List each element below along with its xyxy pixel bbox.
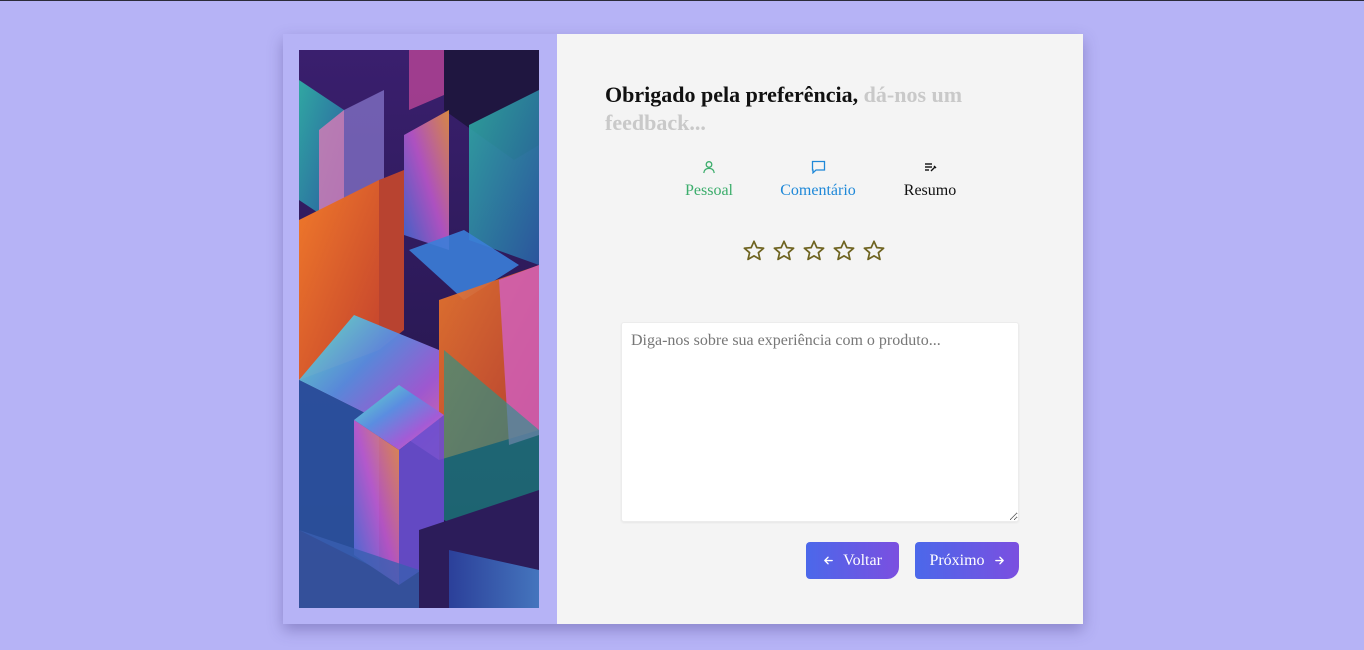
step-pessoal[interactable]: Pessoal [683, 160, 735, 200]
window-top-border [0, 0, 1364, 1]
image-panel [283, 34, 557, 624]
arrow-right-icon [994, 556, 1004, 565]
step-label: Comentário [780, 182, 856, 199]
next-button[interactable]: Próximo [915, 542, 1019, 579]
list-edit-icon [902, 160, 958, 180]
step-resumo[interactable]: Resumo [902, 160, 958, 200]
step-comentario[interactable]: Comentário [777, 160, 859, 200]
star-5[interactable] [862, 238, 886, 264]
title-strong: Obrigado pela preferência, [605, 82, 859, 107]
feedback-card: Obrigado pela preferência, dá-nos um fee… [283, 34, 1083, 624]
star-3[interactable] [802, 238, 826, 264]
star-4[interactable] [832, 238, 856, 264]
page-title: Obrigado pela preferência, dá-nos um fee… [605, 81, 1025, 137]
next-button-label: Próximo [929, 551, 985, 569]
comment-icon [777, 160, 859, 180]
feedback-textarea[interactable] [621, 322, 1019, 522]
back-button[interactable]: Voltar [806, 542, 899, 579]
step-label: Resumo [903, 182, 957, 199]
arrow-left-icon [824, 556, 833, 565]
user-icon [683, 160, 735, 180]
form-panel: Obrigado pela preferência, dá-nos um fee… [557, 34, 1083, 624]
step-label: Pessoal [685, 182, 733, 199]
star-rating [742, 238, 886, 266]
back-button-label: Voltar [843, 551, 882, 569]
step-indicator: Pessoal Comentário Resumo [557, 160, 1083, 204]
star-2[interactable] [772, 238, 796, 264]
star-1[interactable] [742, 238, 766, 264]
abstract-artwork [299, 50, 539, 608]
